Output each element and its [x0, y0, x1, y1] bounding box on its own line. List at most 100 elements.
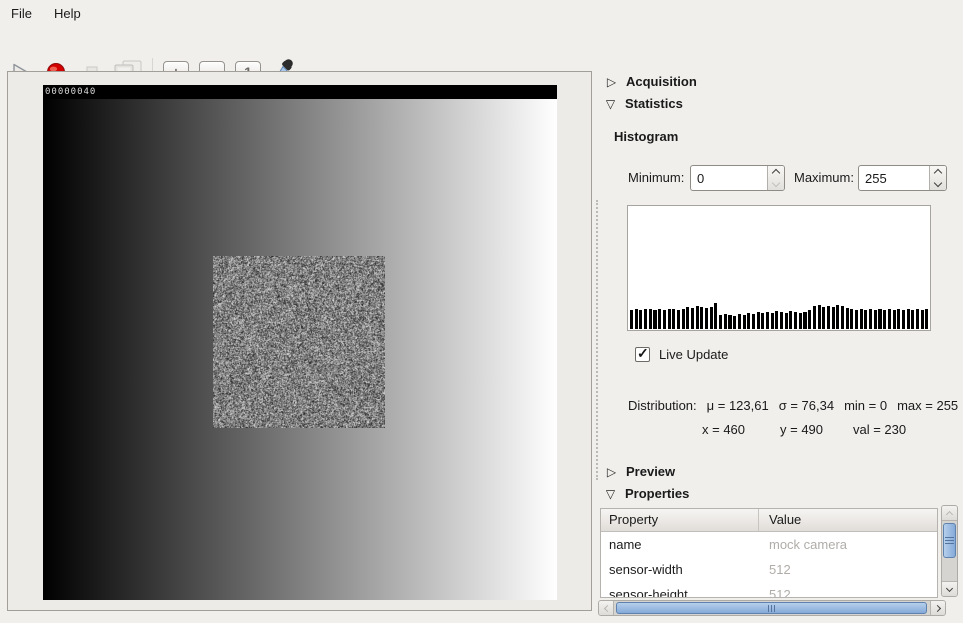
cursor-y: y = 490 [780, 422, 823, 437]
spin-down-button[interactable] [768, 178, 784, 190]
histogram-bar [663, 310, 666, 329]
histogram-bar [724, 314, 727, 329]
maximum-input[interactable] [859, 166, 929, 190]
chevron-up-icon [946, 510, 953, 517]
histogram-bar [766, 312, 769, 329]
expander-statistics[interactable]: ▽ Statistics [604, 96, 683, 111]
histogram-bar [897, 309, 900, 329]
expander-label: Statistics [625, 96, 683, 111]
chevron-down-icon [946, 584, 953, 591]
expander-collapsed-icon: ▷ [605, 75, 618, 89]
vertical-scrollbar[interactable] [941, 505, 958, 597]
vertical-scrollbar-thumb[interactable] [943, 523, 956, 558]
expander-properties[interactable]: ▽ Properties [604, 486, 689, 501]
live-update-checkbox[interactable] [635, 347, 650, 362]
histogram-bar [686, 307, 689, 329]
histogram-bar [705, 308, 708, 329]
grip-icon [768, 605, 776, 612]
cursor-value: val = 230 [853, 422, 906, 437]
histogram-bar [780, 312, 783, 329]
histogram-bar [719, 315, 722, 329]
histogram-bar [841, 306, 844, 329]
properties-table: Property Value namemock camerasensor-wid… [600, 508, 938, 598]
histogram-bar [907, 309, 910, 329]
table-row[interactable]: namemock camera [601, 532, 937, 557]
stat-mu: μ = 123,61 [707, 398, 769, 413]
histogram-bar [743, 315, 746, 329]
chevron-down-icon [934, 179, 942, 187]
histogram-range-row: Minimum: Maximum: [600, 165, 963, 191]
image-viewport-frame: 00000040 [7, 71, 592, 611]
histogram-bar [644, 309, 647, 329]
expander-acquisition[interactable]: ▷ Acquisition [605, 74, 697, 89]
property-value-cell[interactable]: 512 [759, 587, 937, 598]
minimum-input[interactable] [691, 166, 767, 190]
spin-down-button[interactable] [930, 178, 946, 190]
expander-preview[interactable]: ▷ Preview [605, 464, 675, 479]
grip-icon [945, 537, 954, 545]
menu-help[interactable]: Help [43, 2, 92, 25]
expander-label: Acquisition [626, 74, 697, 89]
histogram-bar [672, 309, 675, 329]
histogram-bar [649, 309, 652, 329]
histogram-bar [789, 311, 792, 329]
expander-label: Properties [625, 486, 689, 501]
stat-min: min = 0 [844, 398, 887, 413]
histogram-bar [883, 310, 886, 329]
histogram-bar [813, 306, 816, 329]
table-row[interactable]: sensor-width512 [601, 557, 937, 582]
frame-counter: 00000040 [45, 87, 96, 97]
histogram-bar [925, 309, 928, 329]
menu-file[interactable]: File [0, 2, 43, 25]
histogram-bar [761, 313, 764, 329]
horizontal-scrollbar-thumb[interactable] [616, 602, 927, 614]
histogram-bar [710, 307, 713, 329]
scroll-up-button[interactable] [942, 506, 957, 521]
histogram-bar [658, 309, 661, 329]
expander-label: Preview [626, 464, 675, 479]
histogram-title: Histogram [614, 129, 678, 144]
histogram-bar [714, 303, 717, 329]
histogram-bar [878, 309, 881, 329]
sidebar: ▷ Acquisition ▽ Statistics Histogram Min… [600, 0, 963, 623]
histogram-bar [832, 307, 835, 329]
scroll-left-button[interactable] [599, 601, 614, 615]
histogram-bar [888, 309, 891, 329]
horizontal-scrollbar[interactable] [598, 600, 946, 616]
histogram-bar [752, 314, 755, 329]
histogram-bar [639, 310, 642, 329]
table-header[interactable]: Property Value [601, 509, 937, 532]
property-value-cell[interactable]: mock camera [759, 537, 937, 552]
noise-region [213, 256, 385, 428]
cursor-readout: x = 460 y = 490 val = 230 [600, 422, 963, 438]
column-header-property[interactable]: Property [601, 509, 759, 531]
column-header-value[interactable]: Value [759, 509, 937, 531]
table-row[interactable]: sensor-height512 [601, 582, 937, 598]
histogram-bar [818, 305, 821, 329]
pane-splitter[interactable] [596, 200, 598, 480]
minimum-spinbox[interactable] [690, 165, 785, 191]
maximum-spinbox[interactable] [858, 165, 947, 191]
histogram-bar [893, 310, 896, 329]
camera-image[interactable]: 00000040 [43, 85, 557, 600]
histogram-bar [860, 309, 863, 329]
histogram-bar [803, 312, 806, 329]
spin-up-button[interactable] [930, 166, 946, 178]
histogram-bar [874, 310, 877, 329]
histogram-bar [677, 310, 680, 329]
histogram-bar [794, 312, 797, 329]
property-value-cell[interactable]: 512 [759, 562, 937, 577]
histogram-bar [808, 310, 811, 329]
distribution-stats: Distribution: μ = 123,61 σ = 76,34 min =… [628, 398, 958, 413]
frame-counter-bar: 00000040 [43, 85, 557, 99]
chevron-up-icon [934, 169, 942, 177]
live-update-row[interactable]: Live Update [635, 347, 728, 362]
maximum-label: Maximum: [794, 170, 854, 185]
scroll-down-button[interactable] [942, 581, 957, 596]
scroll-right-button[interactable] [930, 601, 945, 615]
cursor-x: x = 460 [702, 422, 745, 437]
chevron-left-icon [603, 604, 610, 611]
histogram-bar [682, 309, 685, 329]
histogram-bar [902, 310, 905, 329]
spin-up-button[interactable] [768, 166, 784, 178]
